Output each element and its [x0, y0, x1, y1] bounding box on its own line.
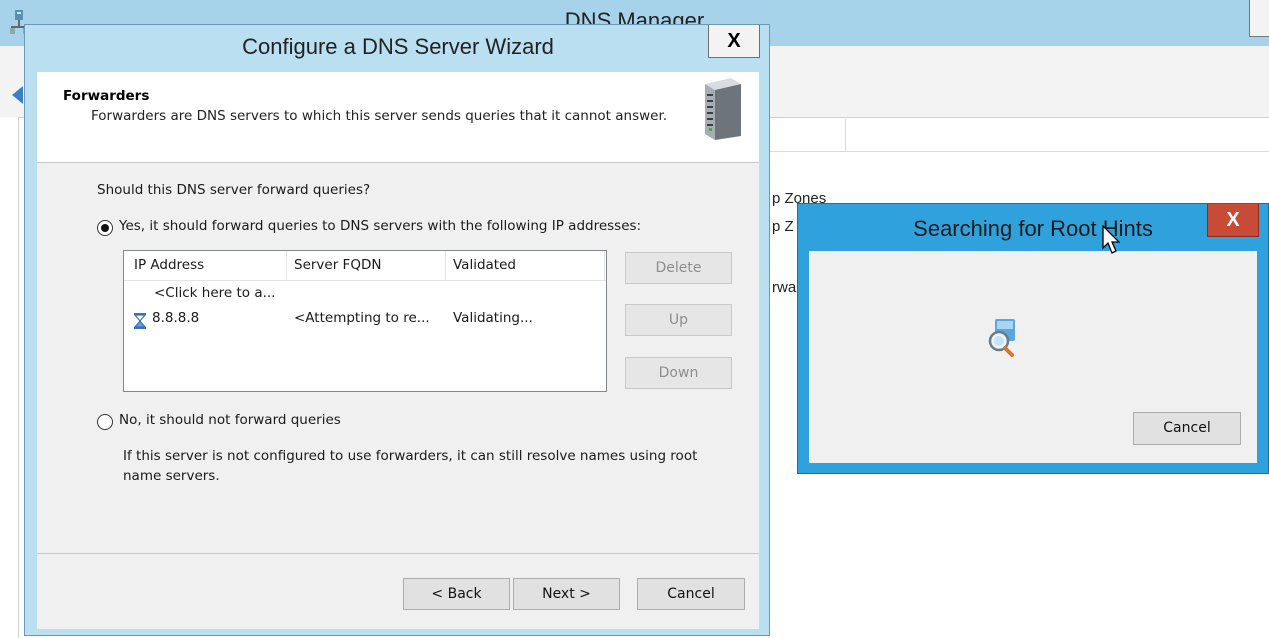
root-hints-cancel-button[interactable]: Cancel — [1133, 412, 1241, 445]
column-ip-address[interactable]: IP Address — [134, 257, 204, 273]
tree-item-forwarders[interactable]: rwa — [772, 279, 796, 296]
server-icon — [705, 78, 741, 140]
list-item-add-new[interactable]: <Click here to a... — [154, 285, 275, 301]
column-validated[interactable]: Validated — [453, 257, 516, 273]
next-button[interactable]: Next > — [513, 578, 620, 610]
root-hints-body: Cancel — [809, 251, 1257, 463]
dns-manager-close-button[interactable] — [1249, 0, 1269, 37]
wizard-header: Forwarders Forwarders are DNS servers to… — [37, 72, 759, 163]
root-hints-dialog: Searching for Root Hints X Cancel — [797, 203, 1269, 474]
hourglass-icon — [134, 313, 146, 329]
radio-forward-yes-label[interactable]: Yes, it should forward queries to DNS se… — [119, 218, 641, 234]
column-server-fqdn[interactable]: Server FQDN — [294, 257, 381, 273]
forward-question: Should this DNS server forward queries? — [97, 182, 371, 198]
list-header: IP Address Server FQDN Validated — [124, 251, 606, 281]
page-title: Forwarders — [63, 88, 150, 104]
console-tree-pane — [0, 117, 19, 638]
footer-divider — [37, 553, 759, 554]
details-column-header — [770, 119, 1269, 152]
radio-forward-no[interactable] — [97, 414, 113, 430]
forwarders-list[interactable]: IP Address Server FQDN Validated <Click … — [123, 250, 607, 392]
no-forward-description: If this server is not configured to use … — [123, 448, 698, 484]
radio-forward-no-label[interactable]: No, it should not forward queries — [119, 412, 341, 428]
root-hints-close-button[interactable]: X — [1207, 204, 1259, 237]
back-button[interactable]: < Back — [403, 578, 510, 610]
wizard-close-button[interactable]: X — [708, 25, 760, 58]
list-item-ip[interactable]: 8.8.8.8 — [152, 310, 199, 326]
search-globe-icon — [988, 319, 1015, 357]
move-down-button[interactable]: Down — [625, 357, 732, 389]
list-item-fqdn: <Attempting to re... — [294, 310, 430, 326]
delete-button[interactable]: Delete — [625, 252, 732, 284]
back-arrow-icon[interactable] — [12, 86, 23, 104]
list-item-validated: Validating... — [453, 310, 533, 326]
page-description: Forwarders are DNS servers to which this… — [91, 108, 668, 124]
radio-forward-yes[interactable] — [97, 220, 113, 236]
tree-item-lookup-zones-2[interactable]: p Z — [772, 218, 794, 235]
root-hints-title: Searching for Root Hints — [913, 216, 1153, 241]
wizard-title: Configure a DNS Server Wizard — [242, 34, 554, 59]
wizard-body: Forwarders Forwarders are DNS servers to… — [37, 72, 759, 629]
mouse-pointer-icon — [1102, 225, 1120, 254]
cancel-button[interactable]: Cancel — [637, 578, 745, 610]
move-up-button[interactable]: Up — [625, 304, 732, 336]
dns-wizard-dialog: Configure a DNS Server Wizard X Forwarde… — [24, 24, 770, 636]
